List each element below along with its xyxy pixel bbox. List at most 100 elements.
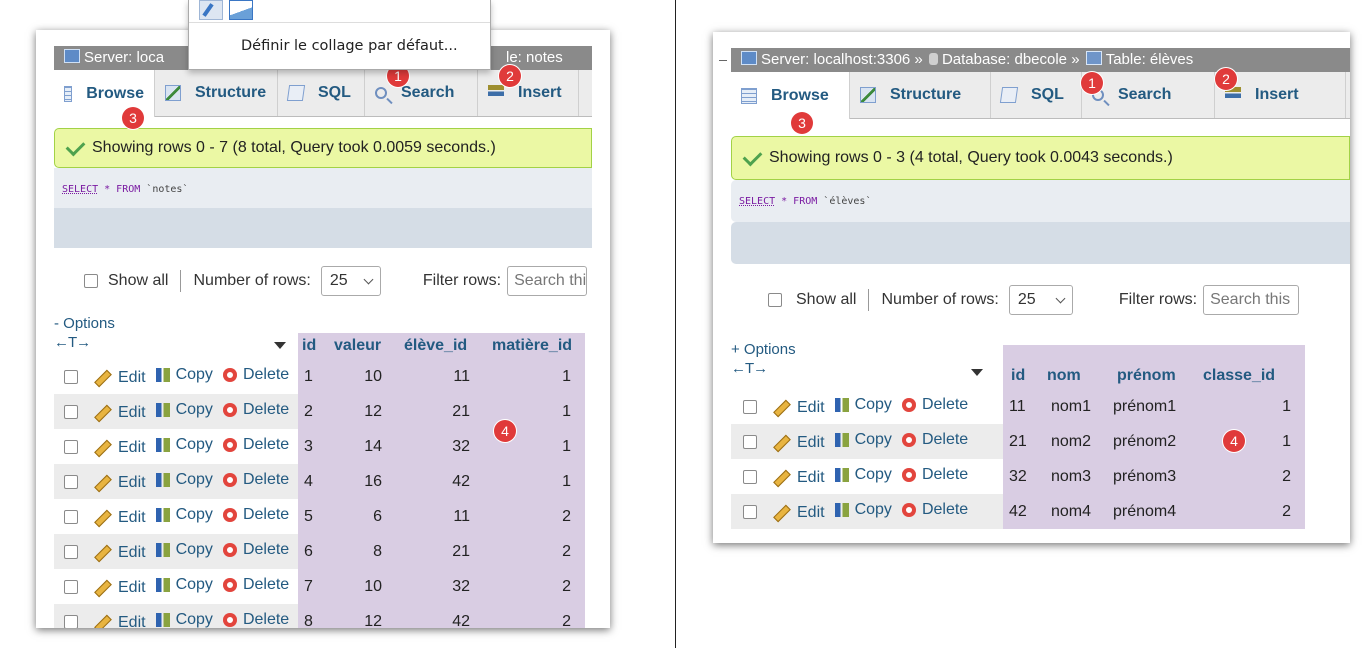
show-all-checkbox[interactable]: [84, 274, 98, 288]
table-cell[interactable]: 10: [334, 359, 396, 394]
row-checkbox[interactable]: [64, 404, 78, 419]
row-checkbox[interactable]: [743, 504, 757, 519]
delete-link[interactable]: Delete: [902, 431, 968, 449]
edit-link[interactable]: Edit: [94, 474, 146, 492]
context-menu-item[interactable]: Définir le collage par défaut...: [241, 38, 458, 54]
tab-search[interactable]: Search: [365, 70, 478, 116]
table-cell[interactable]: 1: [298, 359, 334, 394]
delete-link[interactable]: Delete: [223, 436, 289, 454]
edit-link[interactable]: Edit: [773, 504, 825, 522]
copy-link[interactable]: Copy: [156, 541, 213, 559]
table-cell[interactable]: 2: [484, 499, 585, 534]
table-cell[interactable]: 32: [396, 569, 484, 604]
table-cell[interactable]: nom3: [1047, 459, 1109, 494]
table-cell[interactable]: 42: [396, 604, 484, 628]
table-cell[interactable]: 42: [396, 464, 484, 499]
tab-sql[interactable]: SQL: [991, 72, 1082, 118]
table-cell[interactable]: 16: [334, 464, 396, 499]
copy-link[interactable]: Copy: [835, 396, 892, 414]
delete-link[interactable]: Delete: [902, 466, 968, 484]
table-cell[interactable]: prénom2: [1109, 424, 1195, 459]
copy-link[interactable]: Copy: [156, 366, 213, 384]
delete-link[interactable]: Delete: [223, 401, 289, 419]
tab-structure[interactable]: Structure: [155, 70, 278, 116]
edit-link[interactable]: Edit: [773, 469, 825, 487]
table-cell[interactable]: prénom4: [1109, 494, 1195, 529]
table-cell[interactable]: 2: [298, 394, 334, 429]
table-cell[interactable]: 8: [334, 534, 396, 569]
table-cell[interactable]: 6: [334, 499, 396, 534]
table-cell[interactable]: 11: [1003, 389, 1047, 424]
table-cell[interactable]: 1: [484, 359, 585, 394]
copy-link[interactable]: Copy: [156, 436, 213, 454]
row-checkbox[interactable]: [64, 369, 78, 384]
table-cell[interactable]: 7: [298, 569, 334, 604]
tab-sql[interactable]: SQL: [278, 70, 365, 116]
delete-link[interactable]: Delete: [223, 576, 289, 594]
table-cell[interactable]: 11: [396, 499, 484, 534]
edit-link[interactable]: Edit: [94, 404, 146, 422]
copy-link[interactable]: Copy: [156, 401, 213, 419]
tab-insert[interactable]: Insert: [478, 70, 579, 116]
row-checkbox[interactable]: [64, 544, 78, 559]
tab-browse[interactable]: Browse: [731, 72, 850, 119]
collapse-icon[interactable]: [719, 60, 727, 61]
table-cell[interactable]: nom2: [1047, 424, 1109, 459]
column-header[interactable]: valeur: [334, 333, 396, 359]
delete-link[interactable]: Delete: [902, 501, 968, 519]
table-cell[interactable]: 2: [484, 534, 585, 569]
table-cell[interactable]: nom1: [1047, 389, 1109, 424]
table-cell[interactable]: 2: [1195, 494, 1305, 529]
row-checkbox[interactable]: [64, 474, 78, 489]
edit-link[interactable]: Edit: [94, 579, 146, 597]
copy-link[interactable]: Copy: [156, 506, 213, 524]
copy-link[interactable]: Copy: [156, 471, 213, 489]
sql-keyword[interactable]: SELECT: [739, 196, 775, 207]
table-cell[interactable]: 3: [298, 429, 334, 464]
table-cell[interactable]: 11: [396, 359, 484, 394]
table-cell[interactable]: 21: [1003, 424, 1047, 459]
column-header[interactable]: élève_id: [396, 333, 484, 359]
rows-select[interactable]: 25: [1008, 285, 1073, 315]
copy-link[interactable]: Copy: [835, 466, 892, 484]
filter-input[interactable]: Search this: [1203, 285, 1300, 315]
delete-link[interactable]: Delete: [223, 611, 289, 628]
edit-link[interactable]: Edit: [773, 399, 825, 417]
copy-link[interactable]: Copy: [835, 501, 892, 519]
breadcrumb-server[interactable]: Server: localhost:3306 »: [761, 51, 923, 68]
paint-icon[interactable]: [199, 0, 223, 20]
edit-link[interactable]: Edit: [94, 509, 146, 527]
table-cell[interactable]: 1: [1195, 424, 1305, 459]
table-cell[interactable]: 21: [396, 534, 484, 569]
edit-link[interactable]: Edit: [94, 544, 146, 562]
row-checkbox[interactable]: [743, 469, 757, 484]
row-checkbox[interactable]: [743, 399, 757, 414]
delete-link[interactable]: Delete: [223, 366, 289, 384]
edit-link[interactable]: Edit: [773, 434, 825, 452]
delete-link[interactable]: Delete: [223, 471, 289, 489]
row-checkbox[interactable]: [64, 439, 78, 454]
show-all-checkbox[interactable]: [768, 293, 782, 307]
table-cell[interactable]: 5: [298, 499, 334, 534]
row-checkbox[interactable]: [64, 614, 78, 628]
row-checkbox[interactable]: [743, 434, 757, 449]
column-header[interactable]: id: [298, 333, 334, 359]
table-cell[interactable]: 6: [298, 534, 334, 569]
table-cell[interactable]: 12: [334, 604, 396, 628]
rows-select[interactable]: 25: [320, 266, 381, 296]
column-header[interactable]: matière_id: [484, 333, 585, 359]
row-checkbox[interactable]: [64, 579, 78, 594]
table-cell[interactable]: 12: [334, 394, 396, 429]
table-cell[interactable]: 2: [1195, 459, 1305, 494]
tab-structure[interactable]: Structure: [850, 72, 991, 118]
breadcrumb-database[interactable]: Database: dbecole »: [942, 51, 1080, 68]
delete-link[interactable]: Delete: [902, 396, 968, 414]
table-cell[interactable]: 1: [1195, 389, 1305, 424]
options-toggle[interactable]: - Options: [54, 315, 115, 332]
column-header[interactable]: id: [1003, 345, 1047, 389]
column-header[interactable]: prénom: [1109, 345, 1195, 389]
table-cell[interactable]: prénom1: [1109, 389, 1195, 424]
delete-link[interactable]: Delete: [223, 541, 289, 559]
edit-link[interactable]: Edit: [94, 614, 146, 628]
filter-input[interactable]: Search thi: [507, 266, 588, 296]
